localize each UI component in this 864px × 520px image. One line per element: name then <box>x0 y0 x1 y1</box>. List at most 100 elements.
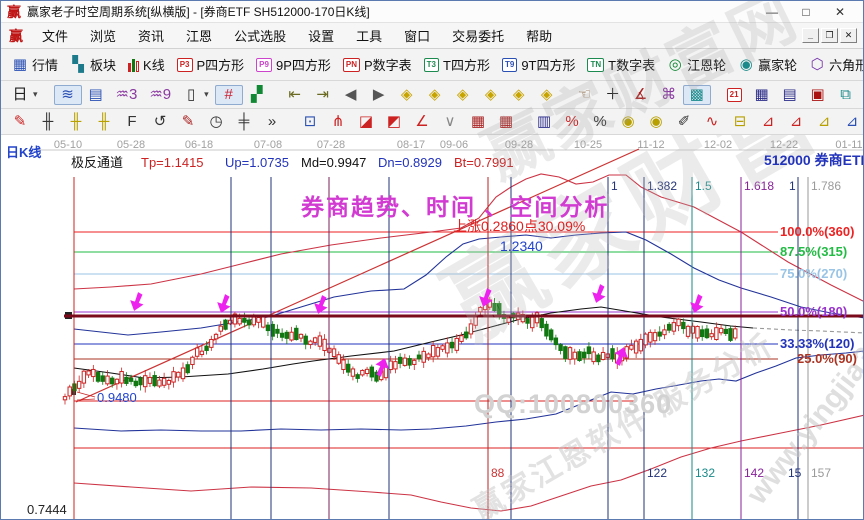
pan-hand-button[interactable]: ☜ <box>571 85 599 105</box>
save-disk-button[interactable]: ▣ <box>804 85 832 105</box>
fan-box-1-button[interactable]: ◪ <box>352 112 380 132</box>
h-expand-button[interactable]: ◈ <box>449 85 477 105</box>
pen-grid-button[interactable]: ✎ <box>174 112 202 132</box>
menu-item-trade-entrust[interactable]: 交易委托 <box>441 23 515 48</box>
hexagon-button[interactable]: ⬡六角形 <box>803 53 863 76</box>
t-square-label: T四方形 <box>443 55 490 74</box>
gold-box-button[interactable]: ⊟ <box>726 112 754 132</box>
menu-item-help[interactable]: 帮助 <box>515 23 563 48</box>
date-label: 05-10 <box>54 139 82 151</box>
p-square-button[interactable]: P3P四方形 <box>171 53 250 76</box>
crosshair-button[interactable]: ＋ <box>599 85 627 105</box>
v-compress-button[interactable]: ◈ <box>533 85 561 105</box>
t-number-table-button[interactable]: TNT数字表 <box>581 53 661 76</box>
t-square-button[interactable]: T3T四方形 <box>418 53 496 76</box>
gold-circle-2-button[interactable]: ◉ <box>642 112 670 132</box>
v-wave-button[interactable]: ∨ <box>436 112 464 132</box>
minimize-button[interactable]: — <box>755 5 789 19</box>
sector-blocks-button[interactable]: ▚板块 <box>64 53 122 76</box>
a-wave-button[interactable]: ∿ <box>698 112 726 132</box>
shift-left-button[interactable]: ◈ <box>393 85 421 105</box>
angle-measure-button[interactable]: ∡ <box>627 85 655 105</box>
speed-angle-button[interactable]: ⊿ <box>838 112 863 132</box>
fan-box-2-button[interactable]: ◩ <box>380 112 408 132</box>
chart-area[interactable]: 8811.3821221.51321.6181421151.786157赢家财富… <box>1 135 864 520</box>
v-expand-button[interactable]: ◈ <box>505 85 533 105</box>
menu-item-news[interactable]: 资讯 <box>127 23 175 48</box>
f-angle-button[interactable]: ⊿ <box>782 112 810 132</box>
menu-item-window[interactable]: 窗口 <box>393 23 441 48</box>
gold-angle-button[interactable]: ⊿ <box>810 112 838 132</box>
winner-wheel-button[interactable]: ◉赢家轮 <box>732 53 803 76</box>
kline-chart-button[interactable]: K线 <box>122 53 171 76</box>
clock-cycle-button[interactable]: ◷ <box>202 112 230 132</box>
menu-item-gann[interactable]: 江恩 <box>175 23 223 48</box>
9p-square-icon: P9 <box>256 58 272 72</box>
price-pen-button[interactable]: ✐ <box>670 112 698 132</box>
period-label: 日K线 <box>6 145 41 160</box>
candle-style-button[interactable]: ▯▾ <box>177 85 215 105</box>
speed-lines-button[interactable]: ∠ <box>408 112 436 132</box>
menu-item-file[interactable]: 文件 <box>31 23 79 48</box>
9p-square-button[interactable]: P99P四方形 <box>250 53 337 76</box>
goto-last-button[interactable]: ⇥ <box>309 85 337 105</box>
menu-item-tools[interactable]: 工具 <box>345 23 393 48</box>
gold-grid-1-button[interactable]: ╫ <box>62 112 90 132</box>
h-compress-button[interactable]: ◈ <box>477 85 505 105</box>
draw-pen-button[interactable]: ✎ <box>6 112 34 132</box>
calculator-button[interactable]: ▦ <box>748 85 776 105</box>
gann-wheel-button[interactable]: ◎江恩轮 <box>661 53 732 76</box>
percent-wave-button[interactable]: % <box>558 112 586 132</box>
date-label: 08-17 <box>397 139 425 151</box>
step-back-icon: ◀ <box>343 87 359 103</box>
auto-analysis-button[interactable]: ▩ <box>683 85 711 105</box>
wave-9-button[interactable]: ♒9 <box>143 85 177 105</box>
gold-grid-2-button[interactable]: ╫ <box>90 112 118 132</box>
wave-3-button[interactable]: ♒3 <box>110 85 144 105</box>
spiral-button[interactable]: ↺ <box>146 112 174 132</box>
mdi-minimize-button[interactable]: _ <box>802 28 819 43</box>
gann-overlay-button[interactable]: # <box>215 85 243 105</box>
cycle-days-label: 157 <box>811 466 831 480</box>
f-grid-button[interactable]: F <box>118 112 146 132</box>
mdi-close-button[interactable]: ✕ <box>840 28 857 43</box>
trend-zigzag-button[interactable]: ≋ <box>54 85 82 105</box>
red-grid-1-button[interactable]: ▦ <box>464 112 492 132</box>
percent-button[interactable]: % <box>586 112 614 132</box>
column-tool-button[interactable]: ▥ <box>530 112 558 132</box>
menu-item-formula-stock-pick[interactable]: 公式选股 <box>223 23 297 48</box>
info-document-button[interactable]: ▤ <box>82 85 110 105</box>
gann-wheel-icon: ◎ <box>667 57 683 73</box>
shift-right-button[interactable]: ◈ <box>421 85 449 105</box>
report-list-button[interactable]: ▤ <box>776 85 804 105</box>
shape-tool-button[interactable]: ⌘ <box>655 85 683 105</box>
close-button[interactable]: ✕ <box>823 5 857 19</box>
menu-item-browse[interactable]: 浏览 <box>79 23 127 48</box>
red-grid-2-button[interactable]: ▦ <box>492 112 520 132</box>
calendar-button[interactable]: 21 <box>721 86 748 104</box>
market-quotes-button[interactable]: ▦行情 <box>6 53 64 76</box>
p-number-table-button[interactable]: PNP数字表 <box>337 53 418 76</box>
send-screen-button[interactable]: ⧉ <box>832 85 860 105</box>
period-day-button[interactable]: 日▾ <box>6 85 44 105</box>
kline-chart-canvas[interactable]: 8811.3821221.51321.6181421151.786157赢家财富… <box>1 135 864 520</box>
more-tools-button[interactable]: » <box>258 112 286 132</box>
volume-histogram-button[interactable]: ▞ <box>243 85 271 105</box>
date-label: 09-28 <box>505 139 533 151</box>
step-back-button[interactable]: ◀ <box>337 85 365 105</box>
9t-square-button[interactable]: T99T四方形 <box>496 53 582 76</box>
menu-item-settings[interactable]: 设置 <box>297 23 345 48</box>
fan-lines-button[interactable]: ⋔ <box>324 112 352 132</box>
ruler-grid-button[interactable]: ╪ <box>230 112 258 132</box>
print-button[interactable]: ⊞ <box>860 85 863 105</box>
box-tool-button[interactable]: ⊡ <box>296 112 324 132</box>
goto-first-button[interactable]: ⇤ <box>281 85 309 105</box>
step-forward-button[interactable]: ▶ <box>365 85 393 105</box>
mdi-window-buttons: _❐✕ <box>802 28 857 43</box>
gold-circle-1-button[interactable]: ◉ <box>614 112 642 132</box>
mdi-restore-button[interactable]: ❐ <box>821 28 838 43</box>
title-bar: 赢 赢家老子时空周期系统[纵横版] - [券商ETF SH512000-170日… <box>1 1 863 23</box>
j-angle-button[interactable]: ⊿ <box>754 112 782 132</box>
gann-grid-button[interactable]: ╫ <box>34 112 62 132</box>
maximize-button[interactable]: □ <box>789 5 823 19</box>
